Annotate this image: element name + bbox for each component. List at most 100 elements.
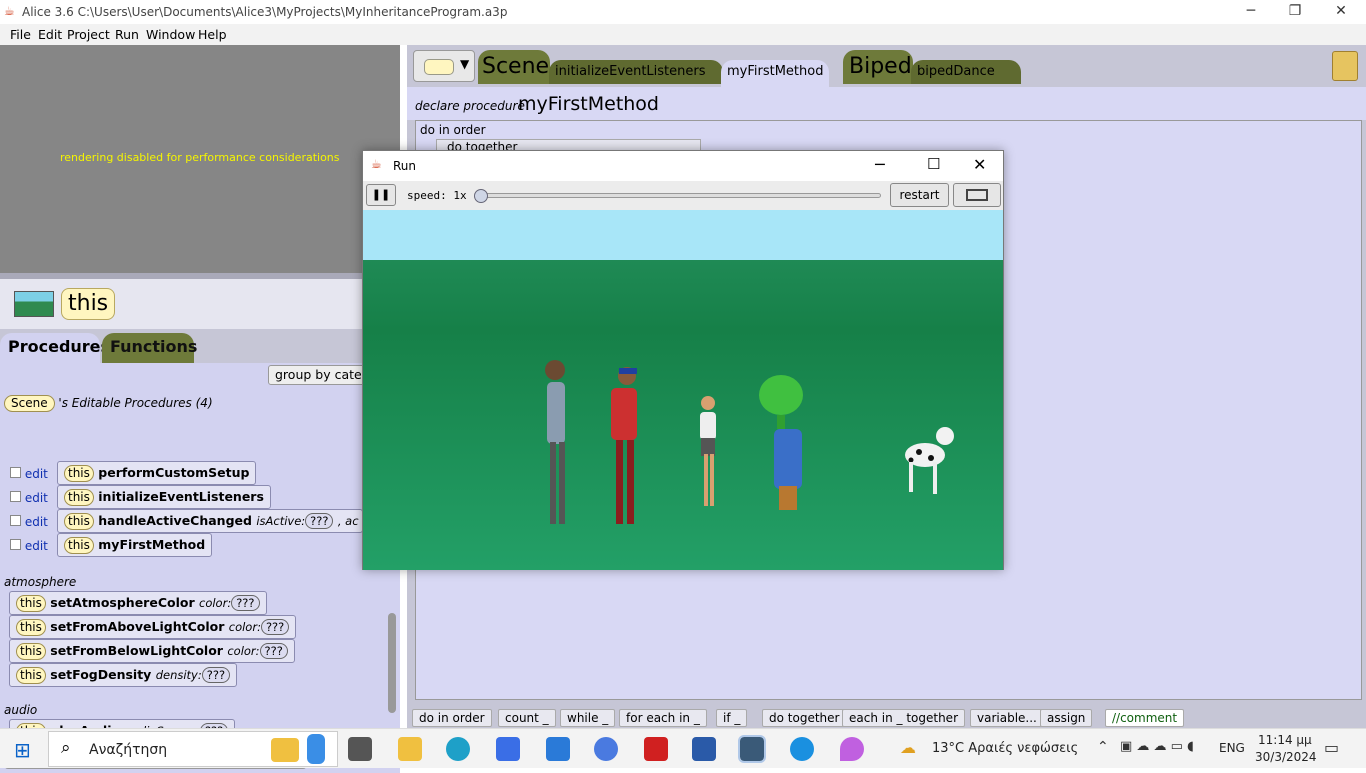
slider-thumb[interactable] [474,189,488,203]
minimize-icon[interactable]: ─ [1228,0,1274,24]
3d-scene-view[interactable] [363,210,1003,570]
ctrl-variable[interactable]: variable... [970,709,1044,727]
class-pill-icon [424,59,454,75]
windows-start-icon[interactable]: ⊞ [14,738,31,762]
chrome-icon[interactable] [594,737,618,761]
checkbox[interactable] [10,515,21,526]
this-pill: this [64,489,94,506]
search-box[interactable]: ⌕ Αναζήτηση [48,731,338,767]
proc-my-first-method[interactable]: this myFirstMethod [57,533,213,557]
ctrl-do-together[interactable]: do together [762,709,847,727]
ctrl-while[interactable]: while _ [560,709,616,727]
maximize-icon[interactable]: ☐ [927,155,940,173]
restart-button[interactable]: restart [890,183,949,207]
chevron-up-icon[interactable]: ⌃ [1097,739,1109,755]
proc-name: performCustomSetup [98,465,250,480]
checkbox[interactable] [10,467,21,478]
checkbox[interactable] [10,491,21,502]
window-title: Alice 3.6 C:\Users\User\Documents\Alice3… [22,5,508,19]
proc-set-from-below-light-color[interactable]: this setFromBelowLightColor color:??? [9,639,295,663]
proc-name: myFirstMethod [98,537,206,552]
this-selector[interactable]: this [61,288,116,320]
ctrl-comment[interactable]: //comment [1105,709,1185,727]
clock-date[interactable]: 30/3/2024 [1255,750,1317,764]
ctrl-each-in-together[interactable]: each in _ together [842,709,965,727]
this-pill: this [64,513,94,530]
clipboard-icon[interactable] [1332,51,1358,81]
instance-selector[interactable]: this [0,279,400,329]
acrobat-icon[interactable] [644,737,668,761]
proc-set-from-above-light-color[interactable]: this setFromAboveLightColor color:??? [9,615,297,639]
clock-time[interactable]: 11:14 μμ [1258,733,1312,747]
notification-icon[interactable]: ▭ [1324,738,1339,757]
tab-scene[interactable]: Scene [478,50,550,84]
weather-text[interactable]: 13°C Αραιές νεφώσεις [932,741,1078,756]
speed-label: speed: 1x [407,189,467,202]
render-message: rendering disabled for performance consi… [60,151,340,164]
pause-button[interactable]: ❚❚ [366,184,396,206]
tab-initialize-event-listeners[interactable]: initializeEventListeners [549,60,723,84]
ctrl-do-in-order[interactable]: do in order [412,709,492,727]
checkbox[interactable] [10,539,21,550]
edit-link[interactable]: edit [25,515,48,529]
fullscreen-button[interactable] [953,183,1001,207]
skype-icon[interactable] [790,737,814,761]
system-tray-icons[interactable]: ▣ ☁ ☁ ▭ ◖ [1120,739,1194,754]
minimize-icon[interactable]: ─ [875,155,885,174]
ctrl-for-each-in[interactable]: for each in _ [619,709,707,727]
tab-procedures[interactable]: Procedures [0,333,110,363]
task-view-icon[interactable] [348,737,372,761]
menu-help[interactable]: Help [198,27,227,42]
proc-set-fog-density[interactable]: this setFogDensity density:??? [9,663,238,687]
mail-icon[interactable] [546,737,570,761]
close-icon[interactable]: ✕ [973,155,986,174]
param-value[interactable]: ??? [201,667,231,683]
restore-icon[interactable]: ❐ [1272,0,1318,24]
proc-perform-custom-setup[interactable]: this performCustomSetup [57,461,257,485]
weather-icon: ☁ [900,738,916,757]
store-icon[interactable] [496,737,520,761]
scene-pill[interactable]: Scene [4,395,55,412]
proc-name: setAtmosphereColor [50,595,195,610]
ctrl-if[interactable]: if _ [716,709,748,727]
ctrl-assign[interactable]: assign [1040,709,1093,727]
param-label: isActive: [256,514,306,528]
close-icon[interactable]: ✕ [1318,0,1364,24]
tab-my-first-method[interactable]: myFirstMethod [721,60,829,88]
this-pill: this [16,643,46,660]
menu-window[interactable]: Window [146,27,195,42]
menu-file[interactable]: File [10,27,31,42]
tab-functions[interactable]: Functions [102,333,197,363]
paint-drop-icon[interactable] [840,737,864,761]
word-icon[interactable] [692,737,716,761]
do-in-order-block[interactable]: do in order [420,123,486,137]
alice-app-icon[interactable] [738,735,766,763]
param-label: color: [227,644,260,658]
proc-set-atmosphere-color[interactable]: this setAtmosphereColor color:??? [9,591,267,615]
param-value[interactable]: ??? [259,643,288,659]
file-explorer-icon[interactable] [398,737,422,761]
this-pill: this [16,595,46,612]
tab-biped[interactable]: Biped [843,50,913,84]
proc-handle-active-changed[interactable]: this handleActiveChanged isActive:??? , … [57,509,363,533]
param-value[interactable]: ??? [260,619,290,635]
ctrl-count[interactable]: count _ [498,709,556,727]
class-selector[interactable]: ▼ [413,50,475,82]
param-value[interactable]: ??? [231,595,260,611]
proc-initialize-event-listeners[interactable]: this initializeEventListeners [57,485,271,509]
param-value[interactable]: ??? [305,513,334,529]
menu-edit[interactable]: Edit [38,27,62,42]
menu-run[interactable]: Run [115,27,139,42]
param-label: color: [228,620,261,634]
language-indicator[interactable]: ENG [1219,741,1245,755]
edit-link[interactable]: edit [25,467,48,481]
proc-name: setFogDensity [50,667,152,682]
edit-link[interactable]: edit [25,491,48,505]
vertical-scrollbar[interactable] [388,613,396,713]
speed-slider[interactable] [474,189,881,203]
tab-biped-dance[interactable]: bipedDance [911,60,1021,84]
search-highlight-icon [271,738,299,762]
menu-project[interactable]: Project [67,27,110,42]
edit-link[interactable]: edit [25,539,48,553]
edge-icon[interactable] [446,737,470,761]
